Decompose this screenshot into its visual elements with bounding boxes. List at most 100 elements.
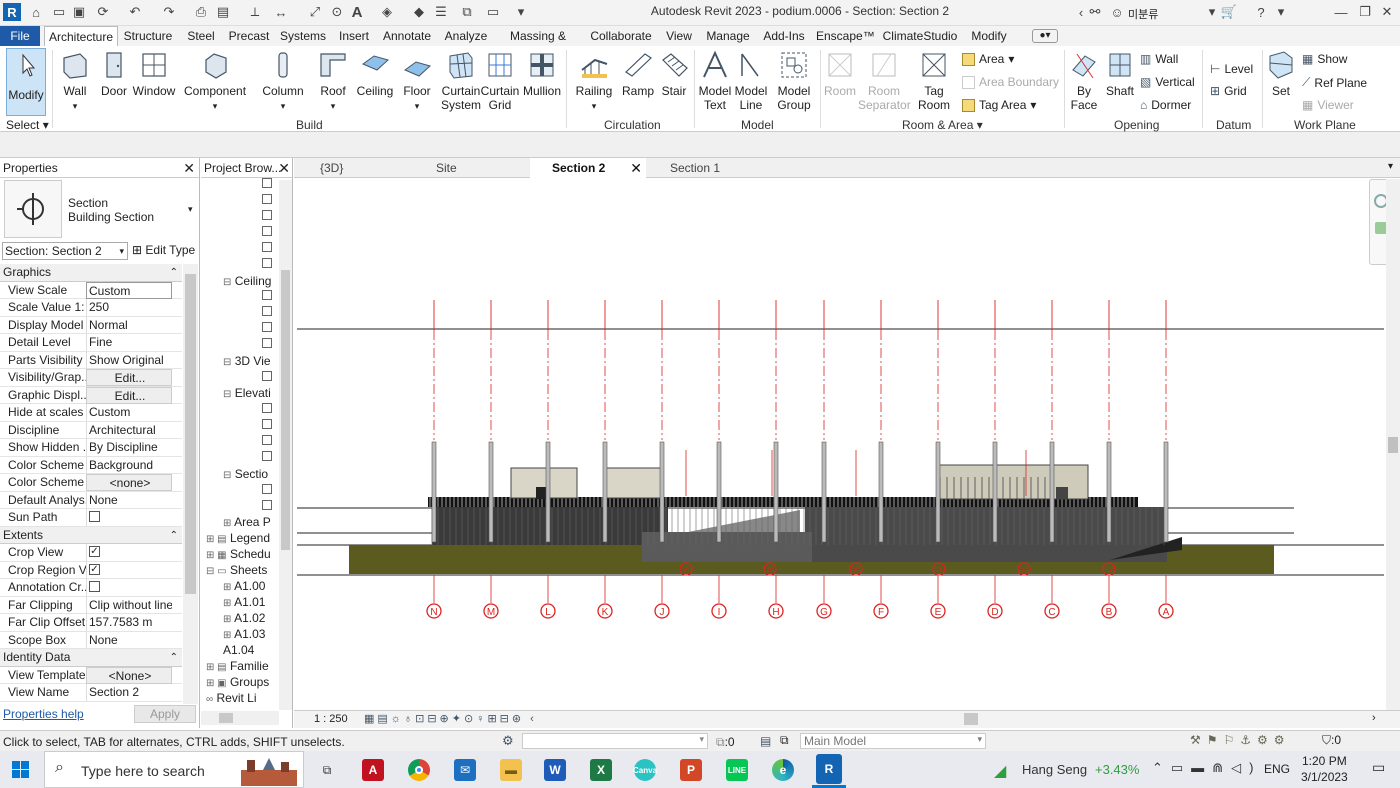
scroll-right-icon[interactable]: ›	[1372, 712, 1376, 724]
tab-manage[interactable]: Manage	[704, 26, 752, 46]
account-icon[interactable]: ☺	[1108, 3, 1126, 21]
instance-selector[interactable]: Section: Section 2 ▾	[2, 242, 128, 260]
tab-precast[interactable]: Precast	[226, 26, 272, 46]
view-node-icon[interactable]	[262, 484, 272, 494]
property-row[interactable]: View Name Section 2	[0, 684, 182, 702]
design-options-icon[interactable]: ▤	[760, 734, 771, 748]
tab-insert[interactable]: Insert	[334, 26, 374, 46]
area-boundary-button[interactable]: Area Boundary	[962, 75, 1059, 89]
browser-node[interactable]: ⊟ 3D Vie	[223, 354, 279, 368]
browser-node[interactable]: ⊞ ▦ Schedu	[206, 547, 279, 561]
view-node-icon[interactable]	[262, 451, 272, 461]
component-button[interactable]: Component ▾	[184, 50, 246, 113]
checkbox[interactable]: ✓	[89, 546, 100, 558]
view-node-icon[interactable]	[262, 500, 272, 510]
filter-icon[interactable]: ⛉:0	[1322, 733, 1341, 748]
user-dropdown-icon[interactable]: ▾	[1203, 3, 1221, 21]
property-value[interactable]: Edit...	[86, 386, 172, 404]
property-value[interactable]: Show Original	[86, 351, 172, 369]
view-controls-icons[interactable]: ▦▤☼♁⊡⊟⊕✦⊙♀⊞⊟⊛ ‹	[364, 712, 537, 725]
help-icon[interactable]: ?	[1252, 3, 1270, 21]
railing-button[interactable]: Railing ▾	[574, 50, 614, 113]
excel-icon[interactable]: X	[590, 759, 612, 781]
curtain-grid-button[interactable]: Curtain Grid	[480, 50, 520, 112]
property-row[interactable]: Far Clipping Clip without line	[0, 596, 182, 614]
collapse-icon[interactable]: ⌃	[170, 527, 178, 544]
property-checkbox[interactable]: ✓	[86, 561, 172, 579]
minimize-icon[interactable]: —	[1332, 3, 1350, 21]
collapse-icon[interactable]: ⌃	[170, 649, 178, 666]
binoculars-icon[interactable]: ⚯	[1086, 3, 1104, 21]
stock-change[interactable]: +3.43%	[1095, 762, 1139, 777]
property-row[interactable]: Graphic Displ... Edit...	[0, 386, 182, 404]
apply-button[interactable]: Apply	[134, 705, 196, 723]
browser-node[interactable]: ∞ Revit Li	[206, 691, 279, 705]
drawing-canvas[interactable]: N M L K J I H G F E D C B A 19 16 15 14 13 12	[294, 179, 1391, 710]
panel-toggle-icon[interactable]: ●▾	[1032, 29, 1058, 43]
tab-3d-view[interactable]: {3D}	[298, 158, 408, 178]
tab-climatestudio[interactable]: ClimateStudio	[880, 26, 960, 46]
property-row[interactable]: Detail Level Fine	[0, 334, 182, 352]
checkbox[interactable]: ✓	[89, 563, 100, 575]
revit-taskbar-icon[interactable]: R	[816, 754, 842, 784]
view-node-icon[interactable]	[262, 322, 272, 332]
property-value[interactable]: 250	[86, 299, 172, 316]
property-value[interactable]: Background	[86, 456, 172, 474]
restore-icon[interactable]: ❐	[1356, 3, 1374, 21]
close-browser-icon[interactable]: ✕	[278, 158, 290, 178]
property-row[interactable]: Parts Visibility Show Original	[0, 351, 182, 369]
property-row[interactable]: View Template <None>	[0, 666, 182, 684]
browser-node[interactable]: ⊞ A1.00	[223, 579, 279, 593]
tab-architecture[interactable]: Architecture	[44, 26, 118, 46]
door-button[interactable]: Door	[98, 50, 130, 98]
windows-start-icon[interactable]	[12, 761, 30, 779]
view-node-icon[interactable]	[262, 258, 272, 268]
property-row[interactable]: Scope Box None	[0, 631, 182, 649]
area-button[interactable]: Area ▾	[962, 52, 1014, 66]
property-row[interactable]: Crop View ✓	[0, 544, 182, 562]
system-tray-icons[interactable]: ⌃▭▬⋒◁)	[1152, 760, 1261, 776]
tag-room-button[interactable]: Tag Room	[914, 50, 954, 112]
tab-massing-site[interactable]: Massing & Site	[498, 26, 578, 63]
property-value[interactable]: Normal	[86, 316, 172, 334]
floor-button[interactable]: Floor ▾	[398, 50, 436, 113]
model-group-button[interactable]: Model Group	[772, 50, 816, 112]
tab-steel[interactable]: Steel	[182, 26, 220, 46]
view-node-icon[interactable]	[262, 338, 272, 348]
browser-node[interactable]: ⊞ A1.03	[223, 627, 279, 641]
tab-site-view[interactable]: Site	[414, 158, 524, 178]
view-node-icon[interactable]	[262, 290, 272, 300]
model-text-button[interactable]: Model Text	[698, 50, 732, 112]
tab-annotate[interactable]: Annotate	[380, 26, 434, 46]
cart-icon[interactable]: 🛒	[1220, 3, 1238, 21]
tab-modify[interactable]: Modify	[968, 26, 1010, 46]
property-value[interactable]: None	[86, 631, 172, 649]
checkbox[interactable]	[89, 581, 100, 593]
property-row[interactable]: Default Analys...None	[0, 491, 182, 509]
tab-view[interactable]: View	[662, 26, 696, 46]
taskbar-search[interactable]: ⌕ Type here to search	[44, 751, 304, 788]
editable-only-icon[interactable]: ⧉	[780, 733, 789, 748]
property-value[interactable]: Custom	[86, 281, 172, 299]
property-value[interactable]: 157.7583 m	[86, 614, 172, 631]
browser-node[interactable]: ⊞ A1.02	[223, 611, 279, 625]
dormer-button[interactable]: ⌂ Dormer	[1140, 98, 1191, 112]
property-row[interactable]: Discipline Architectural	[0, 421, 182, 439]
browser-scrollbar[interactable]	[279, 180, 292, 710]
modify-button[interactable]: Modify	[6, 48, 46, 116]
tag-area-button[interactable]: Tag Area ▾	[962, 98, 1036, 112]
tab-file[interactable]: File	[0, 26, 40, 46]
group-identity[interactable]: Identity Data ⌃	[0, 649, 182, 667]
property-value[interactable]: Section 2	[86, 684, 172, 701]
workset-dropdown[interactable]: ▾	[522, 733, 708, 749]
group-extents[interactable]: Extents ⌃	[0, 526, 182, 544]
tab-section-1[interactable]: Section 1	[648, 158, 758, 178]
grid-button[interactable]: ⊞ Grid	[1210, 84, 1247, 98]
view-node-icon[interactable]	[262, 178, 272, 188]
set-button[interactable]: Set	[1266, 50, 1296, 98]
view-node-icon[interactable]	[262, 210, 272, 220]
window-button[interactable]: Window	[132, 50, 176, 98]
view-node-icon[interactable]	[262, 306, 272, 316]
view-node-icon[interactable]	[262, 371, 272, 381]
view-hscroll-thumb[interactable]	[964, 713, 978, 725]
